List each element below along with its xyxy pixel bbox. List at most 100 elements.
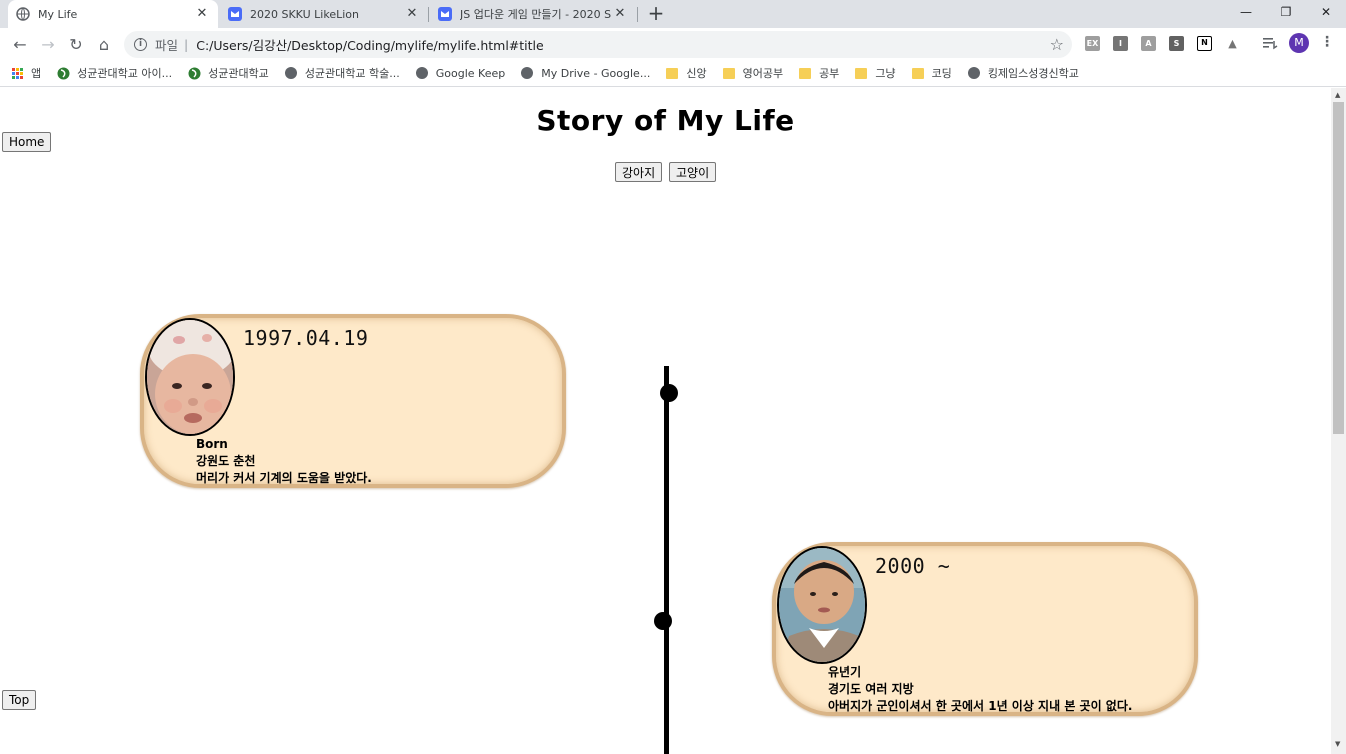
bookmark-label: 성균관대학교 아이...: [77, 67, 173, 80]
bookmark-label: 신앙: [686, 67, 707, 80]
tab-strip: My Life ✕ 2020 SKKU LikeLion ✕ JS 업다운 게임…: [0, 0, 1346, 28]
timeline-card: 2000 ~ 유년기 경기도 여러 지방 아버지가 군인이셔서 한 곳에서 1년…: [772, 542, 1198, 716]
bookmarks-bar: 앱 성균관대학교 아이... 성균관대학교 성균관대학교 학술... Googl…: [0, 60, 1346, 87]
info-icon[interactable]: i: [134, 38, 147, 51]
tab-title: JS 업다운 게임 만들기 - 2020 S: [460, 8, 612, 21]
scroll-up-icon[interactable]: ▲: [1335, 91, 1340, 99]
folder-icon: [799, 67, 812, 79]
bookmark-folder-study[interactable]: 공부: [799, 65, 839, 81]
bookmark-label: 킹제임스성경신학교: [987, 67, 1079, 80]
home-icon[interactable]: ⌂: [92, 32, 116, 56]
globe-icon: [415, 67, 428, 79]
card-line: 경기도 여러 지방: [828, 682, 914, 696]
reload-button[interactable]: ↻: [64, 32, 88, 56]
card-line: 유년기: [828, 665, 862, 679]
home-button[interactable]: Home: [2, 132, 52, 152]
folder-icon: [855, 67, 868, 79]
bookmark-label: Google Keep: [435, 66, 506, 80]
bookmark-label: My Drive - Google...: [541, 66, 651, 80]
profile-avatar[interactable]: M: [1289, 33, 1309, 53]
extension-s-icon[interactable]: S: [1169, 36, 1184, 51]
filter-cat-button[interactable]: 고양이: [669, 162, 717, 182]
tab-my-life[interactable]: My Life ✕: [8, 0, 218, 28]
tab-divider: [428, 7, 429, 22]
folder-icon: [911, 67, 924, 79]
bookmark-label: 성균관대학교 학술...: [304, 67, 400, 80]
scheme-label: 파일: [155, 38, 179, 53]
bookmark-kjv-seminary[interactable]: 킹제임스성경신학교: [967, 65, 1079, 81]
card-text: Born 강원도 춘천 머리가 커서 기계의 도움을 받았다.: [196, 436, 372, 487]
card-line: Born: [196, 437, 228, 451]
card-date: 1997.04.19: [243, 326, 369, 350]
bookmark-label: 성균관대학교: [208, 67, 269, 80]
restore-button[interactable]: ❐: [1266, 0, 1306, 24]
child-photo: [777, 546, 867, 664]
likelion-icon: [438, 7, 452, 21]
bookmark-label: 공부: [819, 67, 840, 80]
address-separator: |: [184, 37, 189, 52]
page-viewport: Story of My Life Home 강아지 고양이 Top 1997.0…: [0, 88, 1331, 754]
globe-icon: [16, 7, 30, 21]
menu-icon[interactable]: ⋮: [1320, 34, 1334, 50]
vertical-scrollbar[interactable]: ▲ ▼: [1331, 88, 1346, 754]
bookmark-folder-coding[interactable]: 코딩: [911, 65, 952, 81]
globe-icon: [284, 67, 297, 79]
bookmark-skku-i[interactable]: 성균관대학교 아이...: [57, 65, 172, 81]
tab-updown-game[interactable]: JS 업다운 게임 만들기 - 2020 S ✕: [430, 0, 636, 28]
bookmark-label: 앱: [31, 67, 42, 80]
globe-icon: [967, 67, 980, 79]
minimize-button[interactable]: —: [1226, 0, 1266, 24]
bookmark-apps[interactable]: 앱: [12, 65, 41, 81]
skku-logo-icon: [188, 67, 201, 79]
bookmark-folder-faith[interactable]: 신앙: [666, 65, 707, 81]
tab-divider: [637, 7, 638, 22]
timeline-card: 1997.04.19 Born 강원도 춘천 머리가 커서 기계의 도움을 받았…: [140, 314, 566, 488]
back-button[interactable]: ←: [8, 32, 32, 56]
reading-list-icon[interactable]: [1263, 37, 1278, 50]
apps-grid-icon: [12, 67, 23, 79]
forward-button[interactable]: →: [36, 32, 60, 56]
close-window-button[interactable]: ✕: [1306, 0, 1346, 24]
folder-icon: [722, 67, 735, 79]
timeline-dot: [660, 384, 678, 402]
new-tab-button[interactable]: +: [645, 2, 667, 24]
card-text: 유년기 경기도 여러 지방 아버지가 군인이셔서 한 곳에서 1년 이상 지내 …: [828, 664, 1132, 715]
bookmark-label: 그냥: [875, 67, 896, 80]
close-tab-icon[interactable]: ✕: [404, 6, 420, 22]
page-title: Story of My Life: [536, 104, 795, 137]
bookmark-star-icon[interactable]: ☆: [1050, 35, 1064, 54]
bookmark-label: 영어공부: [742, 67, 784, 80]
bookmark-folder-english[interactable]: 영어공부: [722, 65, 784, 81]
extension-ex-icon[interactable]: EX: [1085, 36, 1100, 51]
scroll-down-icon[interactable]: ▼: [1335, 740, 1340, 748]
extension-i-icon[interactable]: I: [1113, 36, 1128, 51]
skku-logo-icon: [57, 67, 70, 79]
globe-icon: [521, 67, 534, 79]
tab-skku-likelion[interactable]: 2020 SKKU LikeLion ✕: [220, 0, 428, 28]
bookmark-google-keep[interactable]: Google Keep: [415, 66, 506, 80]
timeline-dot: [654, 612, 672, 630]
baby-photo: [145, 318, 235, 436]
extension-acrobat-icon[interactable]: A: [1141, 36, 1156, 51]
extension-drive-icon[interactable]: ▲: [1225, 36, 1240, 51]
bookmark-skku[interactable]: 성균관대학교: [188, 65, 269, 81]
scrollbar-thumb[interactable]: [1333, 102, 1344, 434]
close-tab-icon[interactable]: ✕: [612, 6, 628, 22]
top-button[interactable]: Top: [2, 690, 37, 710]
card-line: 아버지가 군인이셔서 한 곳에서 1년 이상 지내 본 곳이 없다.: [828, 699, 1133, 713]
bookmark-skku-academic[interactable]: 성균관대학교 학술...: [284, 65, 400, 81]
url-text[interactable]: C:/Users/김강산/Desktop/Coding/mylife/mylif…: [196, 35, 543, 54]
close-tab-icon[interactable]: ✕: [194, 6, 210, 22]
bookmark-folder-misc[interactable]: 그냥: [855, 65, 896, 81]
filter-dog-button[interactable]: 강아지: [615, 162, 663, 182]
address-bar[interactable]: i 파일 | C:/Users/김강산/Desktop/Coding/mylif…: [124, 31, 1072, 58]
tab-title: My Life: [38, 7, 78, 21]
extension-notion-icon[interactable]: N: [1197, 36, 1212, 51]
tab-title: 2020 SKKU LikeLion: [250, 7, 359, 21]
bookmark-my-drive[interactable]: My Drive - Google...: [521, 67, 650, 80]
browser-toolbar: ← → ↻ ⌂ i 파일 | C:/Users/김강산/Desktop/Codi…: [0, 28, 1346, 60]
likelion-icon: [228, 7, 242, 21]
card-line: 강원도 춘천: [196, 454, 256, 468]
folder-icon: [666, 67, 679, 79]
bookmark-label: 코딩: [931, 67, 952, 80]
